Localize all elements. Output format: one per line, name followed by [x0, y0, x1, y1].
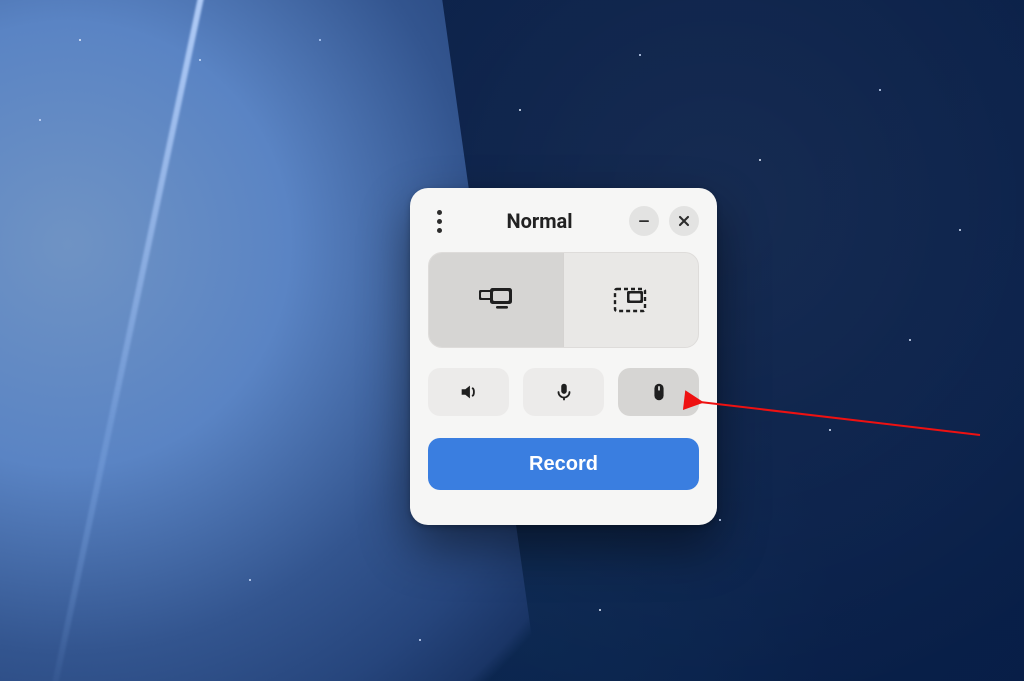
- desktop-wallpaper: Normal: [0, 0, 1024, 681]
- microphone-icon: [553, 381, 575, 403]
- selection-icon: [611, 285, 651, 315]
- menu-button[interactable]: [428, 206, 450, 236]
- window-title: Normal: [450, 209, 629, 233]
- record-button[interactable]: Record: [428, 438, 699, 490]
- capture-mode-group: [428, 252, 699, 348]
- microphone-toggle[interactable]: [523, 368, 604, 416]
- close-icon: [677, 214, 691, 228]
- minimize-icon: [637, 214, 651, 228]
- pointer-toggle[interactable]: [618, 368, 699, 416]
- screens-icon: [474, 286, 518, 314]
- recorder-window: Normal: [410, 188, 717, 525]
- minimize-button[interactable]: [629, 206, 659, 236]
- mouse-icon: [648, 381, 670, 403]
- more-vertical-icon: [437, 210, 442, 215]
- fullscreen-mode-button[interactable]: [429, 253, 563, 347]
- titlebar: Normal: [428, 202, 699, 240]
- source-toggles: [428, 368, 699, 416]
- close-button[interactable]: [669, 206, 699, 236]
- annotation-arrow: [680, 380, 1000, 460]
- speaker-toggle[interactable]: [428, 368, 509, 416]
- speaker-icon: [458, 381, 480, 403]
- region-mode-button[interactable]: [563, 253, 698, 347]
- window-controls: [629, 206, 699, 236]
